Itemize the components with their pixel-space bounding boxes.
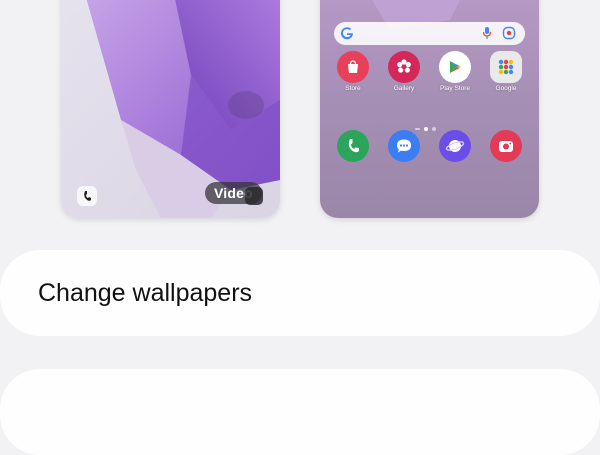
google-search-bar[interactable] — [334, 22, 525, 45]
app-google-folder[interactable]: Google — [484, 51, 528, 92]
app-label: Store — [345, 85, 361, 92]
play-icon — [439, 51, 471, 83]
folder-icon — [490, 51, 522, 83]
lens-icon[interactable] — [502, 26, 516, 40]
internet-icon — [439, 130, 471, 162]
phone-icon — [337, 130, 369, 162]
home-screen-preview[interactable]: Store Gallery Play Store Google — [320, 0, 539, 218]
mic-icon[interactable] — [482, 26, 492, 40]
camera-icon — [490, 130, 522, 162]
phone-shortcut-icon[interactable] — [77, 186, 97, 206]
app-messages[interactable] — [382, 130, 426, 162]
app-internet[interactable] — [433, 130, 477, 162]
change-wallpapers-option[interactable]: Change wallpapers — [0, 250, 600, 336]
change-wallpapers-label: Change wallpapers — [38, 279, 253, 307]
app-label: Play Store — [440, 85, 470, 92]
app-label: Gallery — [393, 85, 415, 92]
app-label: Google — [495, 85, 517, 92]
app-phone[interactable] — [331, 130, 375, 162]
google-logo-icon — [341, 27, 354, 40]
app-play-store[interactable]: Play Store — [433, 51, 477, 92]
expand-icon[interactable] — [245, 187, 263, 205]
messages-icon — [388, 130, 420, 162]
lock-screen-preview[interactable]: Video — [61, 0, 280, 218]
next-option-card[interactable] — [0, 369, 600, 455]
app-camera[interactable] — [484, 130, 528, 162]
flower-icon — [388, 51, 420, 83]
bag-icon — [337, 51, 369, 83]
app-store[interactable]: Store — [331, 51, 375, 92]
app-gallery[interactable]: Gallery — [382, 51, 426, 92]
